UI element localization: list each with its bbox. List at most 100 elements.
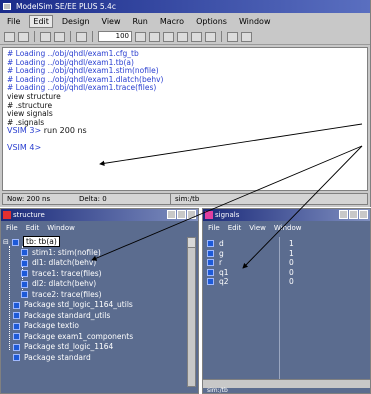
instance-icon (21, 249, 28, 256)
status-delta: Delta: 0 (75, 194, 171, 204)
signal-row[interactable]: r 0 (207, 258, 357, 268)
structure-window: structure File Edit Window ⊟ tb: tb(a) st… (0, 208, 199, 394)
tree-package[interactable]: Package exam1_components (3, 332, 187, 343)
signal-icon (207, 259, 214, 266)
copy-icon[interactable] (40, 31, 51, 42)
signals-hscrollbar[interactable] (203, 379, 370, 388)
menu-macro[interactable]: Macro (157, 16, 187, 27)
structure-menu-edit[interactable]: Edit (26, 224, 40, 232)
tree-package[interactable]: Package textio (3, 321, 187, 332)
menu-edit[interactable]: Edit (29, 14, 53, 28)
main-menubar: File Edit Design View Run Macro Options … (0, 13, 370, 29)
structure-titlebar[interactable]: structure (1, 209, 198, 221)
transcript-line: # .structure (7, 100, 53, 110)
signals-menu-file[interactable]: File (208, 224, 220, 232)
instance-icon (21, 259, 28, 267)
tree-item[interactable]: dl1: dlatch(behv) (3, 258, 187, 269)
signal-row[interactable]: q2 0 (207, 277, 357, 287)
signal-name: d (219, 239, 224, 248)
package-icon (13, 301, 20, 309)
menu-window[interactable]: Window (236, 16, 274, 27)
signal-value: 0 (289, 258, 294, 267)
collapse-icon[interactable]: ⊟ (3, 237, 12, 248)
close-icon[interactable] (187, 210, 196, 219)
instance-icon (21, 280, 28, 288)
minimize-icon[interactable] (339, 210, 348, 219)
maximize-icon[interactable] (177, 210, 186, 219)
maximize-icon[interactable] (349, 210, 358, 219)
signals-menu-view[interactable]: View (249, 224, 266, 232)
tree-package-label: Package standard (24, 352, 91, 362)
menu-run[interactable]: Run (130, 16, 151, 27)
signal-list: d 1 g 1 r 0 q1 0 q2 0 (207, 239, 357, 287)
open-icon[interactable] (4, 31, 15, 42)
continue-icon[interactable] (163, 31, 174, 42)
signal-value: 1 (289, 248, 294, 258)
signal-row[interactable]: g 1 (207, 249, 357, 259)
next-prompt[interactable]: VSIM 4> (7, 143, 363, 153)
main-titlebar[interactable]: ModelSim SE/EE PLUS 5.4c (0, 0, 370, 13)
menu-design[interactable]: Design (59, 16, 93, 27)
signal-row[interactable]: d 1 (207, 239, 357, 249)
signal-value: 0 (289, 267, 294, 277)
run-icon[interactable] (149, 31, 160, 42)
instance-icon (21, 291, 28, 298)
tree-package-label: Package exam1_components (24, 331, 134, 341)
command-text: run 200 ns (43, 126, 87, 136)
folder-icon[interactable] (18, 31, 29, 42)
signals-window: signals File Edit View Window d 1 g 1 r … (202, 208, 371, 394)
structure-scrollbar[interactable] (187, 237, 196, 387)
signals-menu-edit[interactable]: Edit (228, 224, 242, 232)
structure-menu-window[interactable]: Window (47, 224, 75, 232)
step-into-icon[interactable] (227, 31, 238, 42)
tree-package[interactable]: Package standard (3, 353, 187, 364)
signal-name: g (219, 248, 224, 258)
toolbar-separator (34, 31, 35, 42)
tree-package[interactable]: Package std_logic_1164_utils (3, 300, 187, 311)
main-toolbar: 100 (0, 29, 370, 45)
menu-options[interactable]: Options (193, 16, 230, 27)
toolbar-separator (70, 31, 71, 42)
step-icon[interactable] (191, 31, 202, 42)
break-icon[interactable] (205, 31, 216, 42)
transcript-pane[interactable]: # Loading ../obj/qhdl/exam1.cfg_tb # Loa… (2, 47, 368, 191)
step-over-icon[interactable] (241, 31, 252, 42)
status-now: Now: 200 ns (7, 195, 51, 203)
tree-item-label: dl1: dlatch(behv) (32, 258, 97, 267)
spin-icon[interactable] (135, 31, 146, 42)
command-line: VSIM 3> run 200 ns (7, 127, 363, 136)
transcript-line: view signals (7, 109, 53, 119)
signal-icon (207, 249, 214, 257)
tree-item[interactable]: dl2: dlatch(behv) (3, 279, 187, 290)
run-length-input[interactable]: 100 (98, 31, 132, 42)
tree-item[interactable]: trace1: trace(files) (3, 269, 187, 280)
app-icon (3, 3, 11, 10)
structure-menu-file[interactable]: File (6, 224, 18, 232)
tree-item[interactable]: trace2: trace(files) (3, 290, 187, 301)
tree-item-label: stim1: stim(nofile) (32, 247, 101, 257)
toolbar-separator (92, 31, 93, 42)
menu-view[interactable]: View (99, 16, 124, 27)
tree-package[interactable]: Package standard_utils (3, 311, 187, 322)
run-all-icon[interactable] (177, 31, 188, 42)
signal-icon (207, 278, 214, 285)
tree-item[interactable]: stim1: stim(nofile) (3, 248, 187, 259)
signals-menu-window[interactable]: Window (274, 224, 302, 232)
signal-value: 1 (289, 239, 294, 248)
signals-window-icon (205, 211, 213, 219)
tree-package[interactable]: Package std_logic_1164 (3, 342, 187, 353)
signals-titlebar[interactable]: signals (203, 209, 370, 221)
signal-name: q2 (219, 277, 229, 286)
status-context: sim:/tb (175, 195, 200, 203)
main-title: ModelSim SE/EE PLUS 5.4c (16, 2, 116, 11)
signal-row[interactable]: q1 0 (207, 268, 357, 278)
structure-tree: ⊟ tb: tb(a) stim1: stim(nofile) dl1: dlat… (3, 236, 187, 387)
tree-root-label: tb: tb(a) (23, 236, 60, 247)
signal-name: q1 (219, 267, 229, 277)
close-icon[interactable] (359, 210, 368, 219)
compile-icon[interactable] (76, 31, 87, 42)
menu-file[interactable]: File (4, 16, 23, 27)
minimize-icon[interactable] (167, 210, 176, 219)
tree-root[interactable]: ⊟ tb: tb(a) (3, 236, 187, 248)
paste-icon[interactable] (54, 31, 65, 42)
